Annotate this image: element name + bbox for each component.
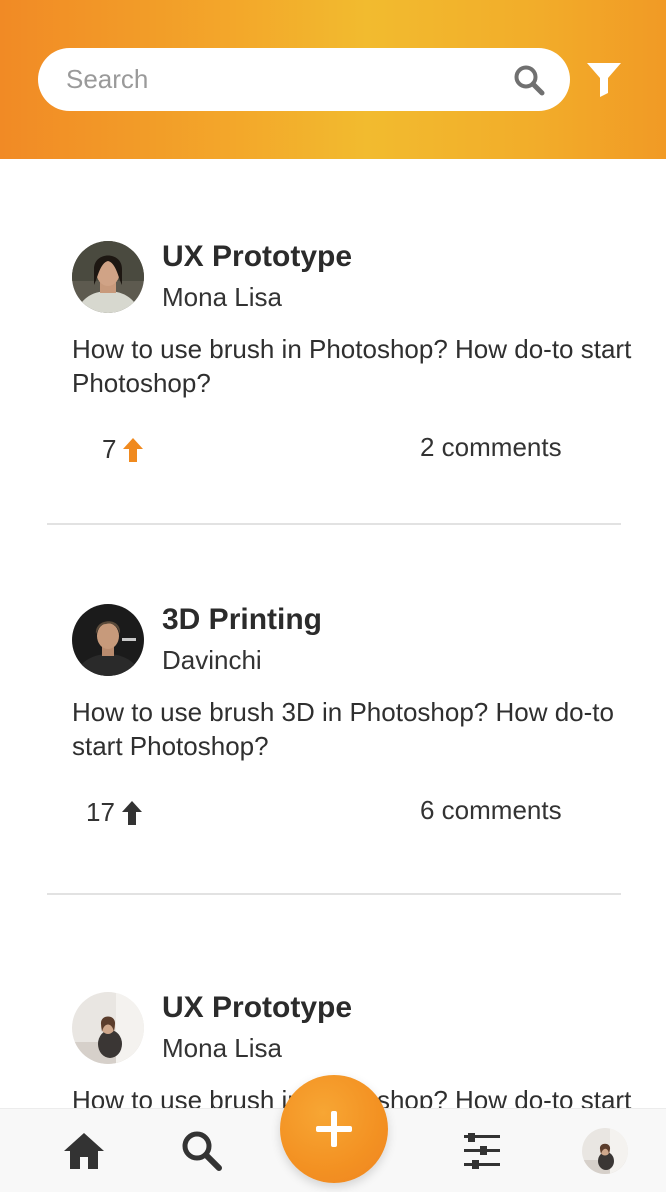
author-avatar[interactable] bbox=[72, 604, 144, 676]
vote-count: 7 bbox=[102, 434, 144, 465]
vote-count-value: 17 bbox=[86, 797, 115, 827]
divider bbox=[47, 523, 621, 525]
upvote-arrow-icon[interactable] bbox=[122, 437, 144, 463]
vote-count: 17 bbox=[86, 797, 143, 828]
post-feed[interactable]: UX Prototype Mona Lisa How to use brush … bbox=[0, 159, 666, 1109]
post-author[interactable]: Mona Lisa bbox=[162, 282, 282, 313]
search-bar[interactable] bbox=[38, 48, 570, 111]
post-title[interactable]: UX Prototype bbox=[162, 240, 352, 274]
post-body: How to use brush 3D in Photoshop? How do… bbox=[72, 697, 614, 761]
post-title[interactable]: 3D Printing bbox=[162, 603, 322, 637]
search-input[interactable] bbox=[66, 48, 486, 111]
vote-count-value: 7 bbox=[102, 434, 117, 464]
search-icon[interactable] bbox=[512, 63, 546, 97]
post-title[interactable]: UX Prototype bbox=[162, 991, 352, 1025]
comments-link[interactable]: 2 comments bbox=[420, 432, 562, 463]
filter-icon[interactable] bbox=[585, 60, 623, 98]
upvote-arrow-icon[interactable] bbox=[121, 800, 143, 826]
post-body: How to use brush in Photoshop? How do-to… bbox=[72, 334, 632, 398]
profile-avatar[interactable] bbox=[582, 1128, 628, 1174]
search-icon[interactable] bbox=[180, 1129, 224, 1173]
settings-sliders-icon[interactable] bbox=[462, 1133, 502, 1169]
header bbox=[0, 0, 666, 159]
divider bbox=[47, 893, 621, 895]
post-author[interactable]: Davinchi bbox=[162, 645, 262, 676]
comments-link[interactable]: 6 comments bbox=[420, 795, 562, 826]
add-post-button[interactable] bbox=[280, 1075, 388, 1183]
post-author[interactable]: Mona Lisa bbox=[162, 1033, 282, 1064]
home-icon[interactable] bbox=[62, 1131, 106, 1171]
author-avatar[interactable] bbox=[72, 241, 144, 313]
author-avatar[interactable] bbox=[72, 992, 144, 1064]
add-icon bbox=[316, 1111, 352, 1147]
